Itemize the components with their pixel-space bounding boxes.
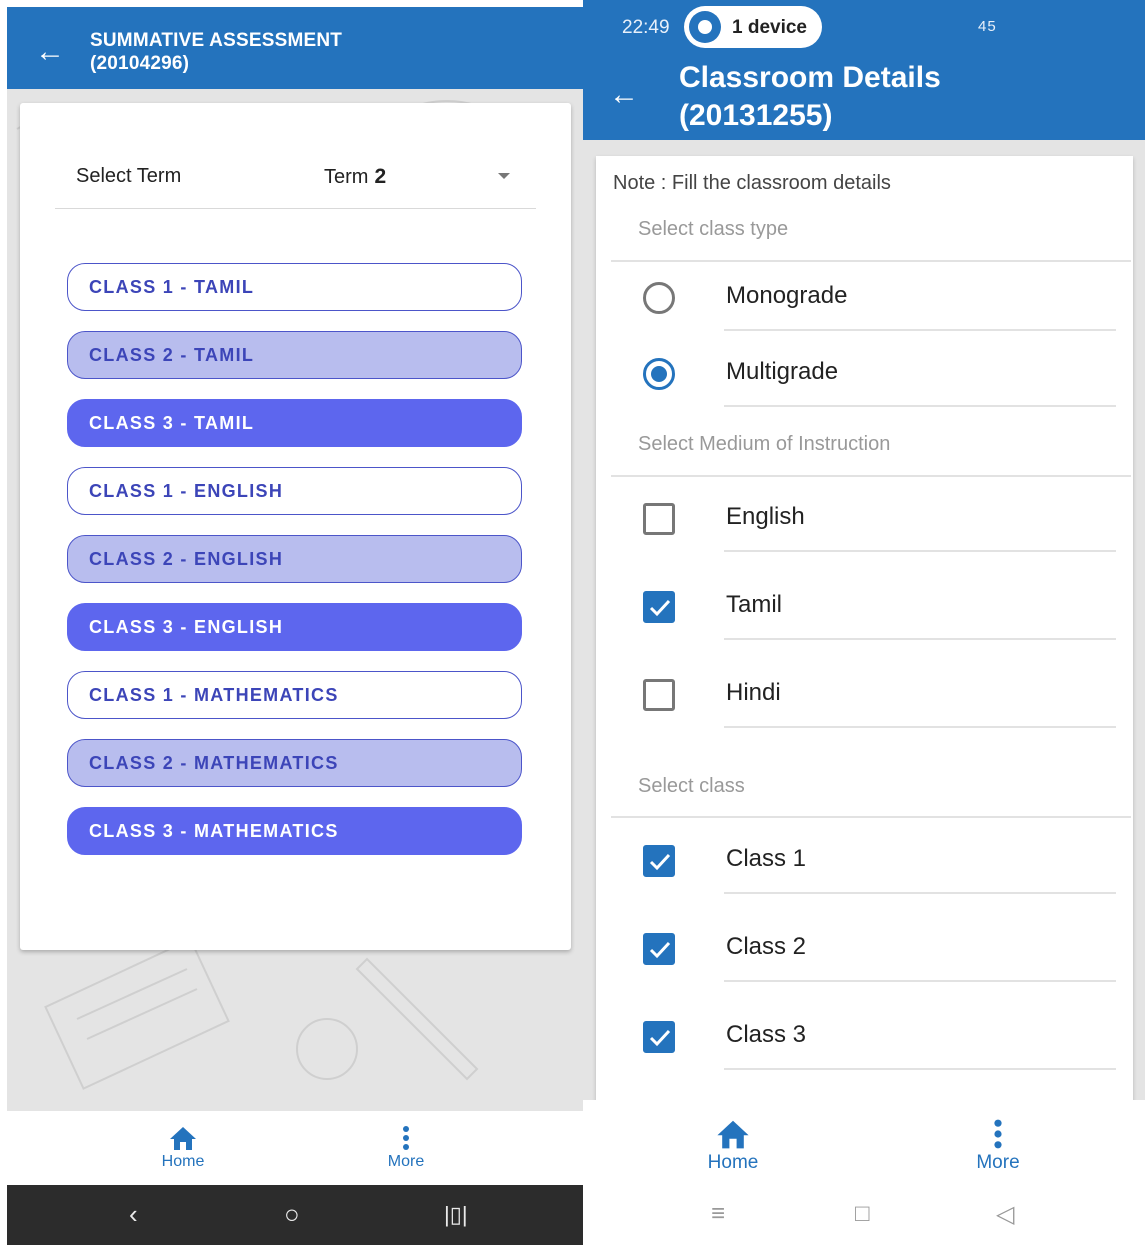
home-icon bbox=[717, 1120, 749, 1149]
system-menu-icon[interactable]: ≡ bbox=[711, 1200, 725, 1228]
form-note: Note : Fill the classroom details bbox=[613, 172, 891, 194]
dropdown-caret-icon[interactable] bbox=[498, 173, 510, 179]
battery-indicator: 45 bbox=[978, 18, 997, 35]
title-line2: (20104296) bbox=[90, 53, 190, 74]
term-value: Term 2 bbox=[324, 165, 386, 189]
app-bar: ← SUMMATIVE ASSESSMENT (20104296) bbox=[7, 7, 583, 89]
left-screen: ← SUMMATIVE ASSESSMENT (20104296) Select… bbox=[0, 0, 583, 1245]
option-label: Class 2 bbox=[726, 933, 807, 960]
checkmark-icon bbox=[649, 1029, 671, 1047]
nav-home[interactable]: Home bbox=[698, 1118, 768, 1174]
term-select[interactable]: Select Term Term 2 bbox=[55, 143, 536, 209]
class-label: Select class bbox=[638, 775, 745, 797]
hotspot-pill[interactable]: 1 device bbox=[684, 6, 822, 48]
checkbox-option[interactable]: Class 3 bbox=[596, 1008, 1133, 1068]
checkbox-option[interactable]: Hindi bbox=[596, 666, 1133, 726]
page-title: SUMMATIVE ASSESSMENT (20104296) bbox=[90, 29, 342, 75]
nav-home-label: Home bbox=[707, 1152, 759, 1173]
option-label: Class 3 bbox=[726, 1021, 807, 1048]
option-label: Monograde bbox=[726, 282, 848, 309]
divider bbox=[611, 260, 1131, 262]
option-label: Hindi bbox=[726, 679, 781, 706]
option-label: Multigrade bbox=[726, 358, 839, 385]
option-label: Class 1 bbox=[726, 845, 807, 872]
system-recents-icon[interactable]: |▯| bbox=[444, 1202, 468, 1228]
divider bbox=[724, 1068, 1116, 1070]
system-home-icon[interactable]: □ bbox=[855, 1200, 870, 1228]
nav-home-label: Home bbox=[161, 1153, 205, 1170]
checkmark-icon bbox=[649, 599, 671, 617]
class-type-label: Select class type bbox=[638, 218, 789, 240]
class-subject-button[interactable]: CLASS 2 - MATHEMATICS bbox=[67, 739, 522, 787]
checkbox[interactable] bbox=[643, 591, 675, 623]
divider bbox=[724, 980, 1116, 982]
class-subject-button[interactable]: CLASS 3 - MATHEMATICS bbox=[67, 807, 522, 855]
checkbox[interactable] bbox=[643, 845, 675, 877]
class-subject-button[interactable]: CLASS 2 - TAMIL bbox=[67, 331, 522, 379]
nav-more-label: More bbox=[976, 1152, 1020, 1173]
nav-more[interactable]: More bbox=[963, 1118, 1033, 1174]
checkbox-option[interactable]: English bbox=[596, 490, 1133, 550]
option-label: English bbox=[726, 503, 805, 530]
system-home-icon[interactable]: ○ bbox=[284, 1199, 300, 1230]
term-prefix: Term bbox=[324, 166, 369, 188]
system-back-icon[interactable]: ◁ bbox=[996, 1200, 1014, 1229]
right-screen: 22:49 1 device 45 ← Classroom Details (2… bbox=[583, 0, 1145, 1245]
checkbox-option[interactable]: Class 2 bbox=[596, 920, 1133, 980]
back-arrow-icon[interactable]: ← bbox=[35, 37, 65, 67]
divider bbox=[724, 405, 1116, 407]
radio-option[interactable]: Monograde bbox=[596, 269, 1133, 329]
checkbox[interactable] bbox=[643, 1021, 675, 1053]
radio-button[interactable] bbox=[643, 282, 675, 314]
class-subject-button[interactable]: CLASS 1 - TAMIL bbox=[67, 263, 522, 311]
option-label: Tamil bbox=[726, 591, 783, 618]
page-title: Classroom Details (20131255) bbox=[679, 59, 941, 135]
assessment-card: Select Term Term 2 CLASS 1 - TAMIL CLASS 2… bbox=[20, 103, 571, 950]
term-label: Select Term bbox=[76, 165, 182, 187]
divider bbox=[611, 816, 1131, 818]
radio-button[interactable] bbox=[643, 358, 675, 390]
hotspot-pill-text: 1 device bbox=[732, 17, 807, 38]
bottom-nav: Home More bbox=[7, 1111, 583, 1185]
term-number: 2 bbox=[374, 165, 387, 188]
hotspot-icon bbox=[689, 11, 721, 43]
divider bbox=[724, 726, 1116, 728]
nav-more[interactable]: More bbox=[376, 1125, 436, 1171]
app-bar: 22:49 1 device 45 ← Classroom Details (2… bbox=[583, 0, 1145, 140]
title-line2: (20131255) bbox=[679, 99, 833, 132]
class-subject-button[interactable]: CLASS 3 - TAMIL bbox=[67, 399, 522, 447]
divider bbox=[724, 638, 1116, 640]
more-vert-icon bbox=[994, 1119, 1002, 1149]
checkbox-option[interactable]: Tamil bbox=[596, 578, 1133, 638]
divider bbox=[724, 892, 1116, 894]
home-icon bbox=[170, 1127, 196, 1150]
status-time: 22:49 bbox=[622, 17, 670, 38]
nav-home[interactable]: Home bbox=[153, 1125, 213, 1171]
class-subject-button[interactable]: CLASS 2 - ENGLISH bbox=[67, 535, 522, 583]
title-line1: Classroom Details bbox=[679, 61, 941, 94]
divider bbox=[724, 550, 1116, 552]
bottom-nav: Home More bbox=[583, 1100, 1145, 1190]
class-subject-button[interactable]: CLASS 1 - MATHEMATICS bbox=[67, 671, 522, 719]
divider bbox=[611, 475, 1131, 477]
checkbox[interactable] bbox=[643, 503, 675, 535]
system-back-icon[interactable]: ‹ bbox=[129, 1199, 138, 1230]
system-nav-bar: ≡ □ ◁ bbox=[583, 1190, 1145, 1245]
class-subject-button[interactable]: CLASS 3 - ENGLISH bbox=[67, 603, 522, 651]
class-subject-button[interactable]: CLASS 1 - ENGLISH bbox=[67, 467, 522, 515]
system-nav-bar: ‹ ○ |▯| bbox=[7, 1185, 583, 1245]
divider bbox=[724, 329, 1116, 331]
checkbox[interactable] bbox=[643, 679, 675, 711]
checkbox[interactable] bbox=[643, 933, 675, 965]
radio-option[interactable]: Multigrade bbox=[596, 345, 1133, 405]
nav-more-label: More bbox=[387, 1153, 425, 1170]
checkmark-icon bbox=[649, 941, 671, 959]
checkmark-icon bbox=[649, 853, 671, 871]
title-line1: SUMMATIVE ASSESSMENT bbox=[90, 30, 343, 51]
back-arrow-icon[interactable]: ← bbox=[609, 80, 639, 110]
classroom-form-card: Note : Fill the classroom details Select… bbox=[596, 156, 1133, 1106]
medium-label: Select Medium of Instruction bbox=[638, 433, 891, 455]
checkbox-option[interactable]: Class 1 bbox=[596, 832, 1133, 892]
more-vert-icon bbox=[403, 1126, 409, 1150]
